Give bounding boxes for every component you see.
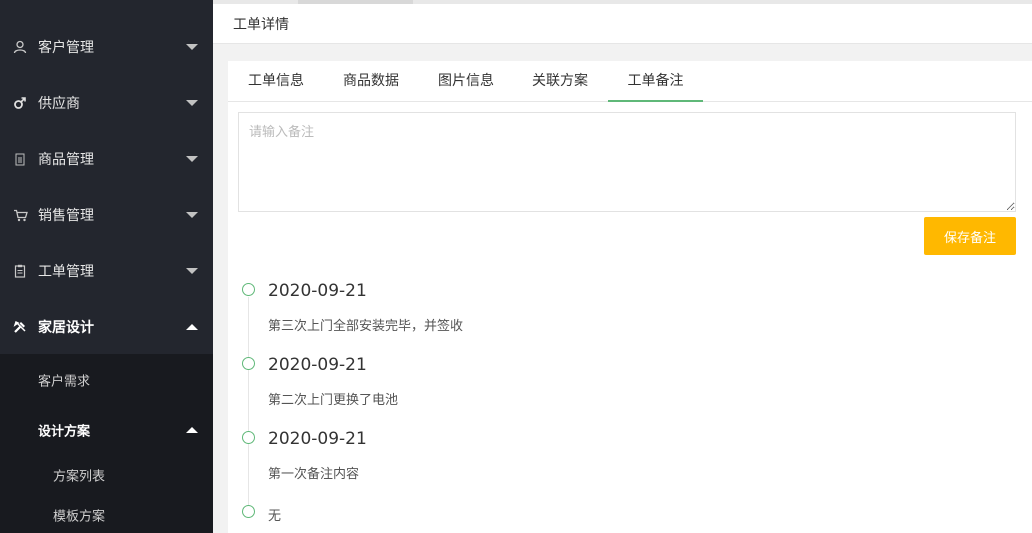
sidebar-item-label: 销售管理	[38, 208, 94, 224]
user-icon	[12, 39, 28, 55]
document-icon	[12, 151, 28, 167]
sidebar-item-ticket-management[interactable]: 工单管理	[0, 243, 213, 299]
sidebar-item-label: 工单管理	[38, 264, 94, 280]
remark-input[interactable]	[238, 112, 1016, 212]
chevron-down-icon	[186, 100, 198, 106]
timeline-text: 第二次上门更换了电池	[268, 393, 399, 408]
male-icon	[12, 95, 28, 111]
chevron-down-icon	[186, 156, 198, 162]
tools-icon	[12, 319, 28, 335]
timeline-date: 2020-09-21	[268, 281, 367, 301]
chevron-down-icon	[186, 212, 198, 218]
timeline-text: 无	[268, 509, 282, 524]
chevron-up-icon	[186, 427, 198, 433]
timeline-dot	[242, 283, 255, 296]
timeline-line	[248, 297, 249, 514]
sidebar-item-label: 家居设计	[38, 320, 94, 336]
clipboard-icon	[12, 263, 28, 279]
detail-card: 工单信息 商品数据 图片信息 关联方案 工单备注 保存备注 2020-09-21…	[228, 61, 1032, 533]
sidebar-subitem-label: 模板方案	[53, 509, 106, 525]
tab-ticket-info[interactable]: 工单信息	[236, 61, 316, 102]
sidebar-subitem-design-plans[interactable]: 设计方案	[0, 407, 213, 453]
sidebar-item-customer-management[interactable]: 客户管理	[0, 19, 213, 75]
timeline-text: 第一次备注内容	[268, 467, 360, 482]
sidebar-subitem-label: 方案列表	[53, 469, 106, 485]
chevron-down-icon	[186, 268, 198, 274]
sidebar-subitem-template-plans[interactable]: 模板方案	[0, 495, 213, 533]
cart-icon	[12, 207, 28, 223]
sidebar-subitem-plan-list[interactable]: 方案列表	[0, 455, 213, 495]
tab-product-data[interactable]: 商品数据	[331, 61, 411, 102]
chevron-up-icon	[186, 324, 198, 330]
chevron-down-icon	[186, 44, 198, 50]
timeline-date: 2020-09-21	[268, 355, 367, 375]
tab-related-plans[interactable]: 关联方案	[520, 61, 600, 102]
timeline-date: 2020-09-21	[268, 429, 367, 449]
tab-image-info[interactable]: 图片信息	[426, 61, 506, 102]
sidebar-item-product-management[interactable]: 商品管理	[0, 131, 213, 187]
sidebar-item-label: 供应商	[38, 96, 80, 112]
timeline-dot	[242, 431, 255, 444]
tab-bar: 工单信息 商品数据 图片信息 关联方案 工单备注	[228, 61, 1032, 102]
sidebar: 客户管理 供应商 商品管理 销售管理 工单管理 家居设计 客户需求 设计方案 方…	[0, 0, 213, 533]
page-header: 工单详情	[213, 4, 1032, 44]
sidebar-item-sales-management[interactable]: 销售管理	[0, 187, 213, 243]
sidebar-item-home-design[interactable]: 家居设计	[0, 299, 213, 355]
sidebar-item-suppliers[interactable]: 供应商	[0, 75, 213, 131]
timeline-text: 第三次上门全部安装完毕，并签收	[268, 319, 464, 334]
page-title: 工单详情	[233, 16, 289, 33]
timeline-dot	[242, 357, 255, 370]
sidebar-item-label: 商品管理	[38, 152, 94, 168]
sidebar-subitem-customer-requirements[interactable]: 客户需求	[0, 357, 213, 403]
tab-ticket-remarks[interactable]: 工单备注	[608, 61, 703, 102]
sidebar-item-label: 客户管理	[38, 40, 94, 56]
timeline-dot	[242, 505, 255, 518]
sidebar-subitem-label: 客户需求	[38, 374, 91, 390]
save-remark-button[interactable]: 保存备注	[924, 217, 1016, 255]
sidebar-submenu: 客户需求 设计方案 方案列表 模板方案	[0, 354, 213, 533]
sidebar-subitem-label: 设计方案	[38, 424, 91, 440]
